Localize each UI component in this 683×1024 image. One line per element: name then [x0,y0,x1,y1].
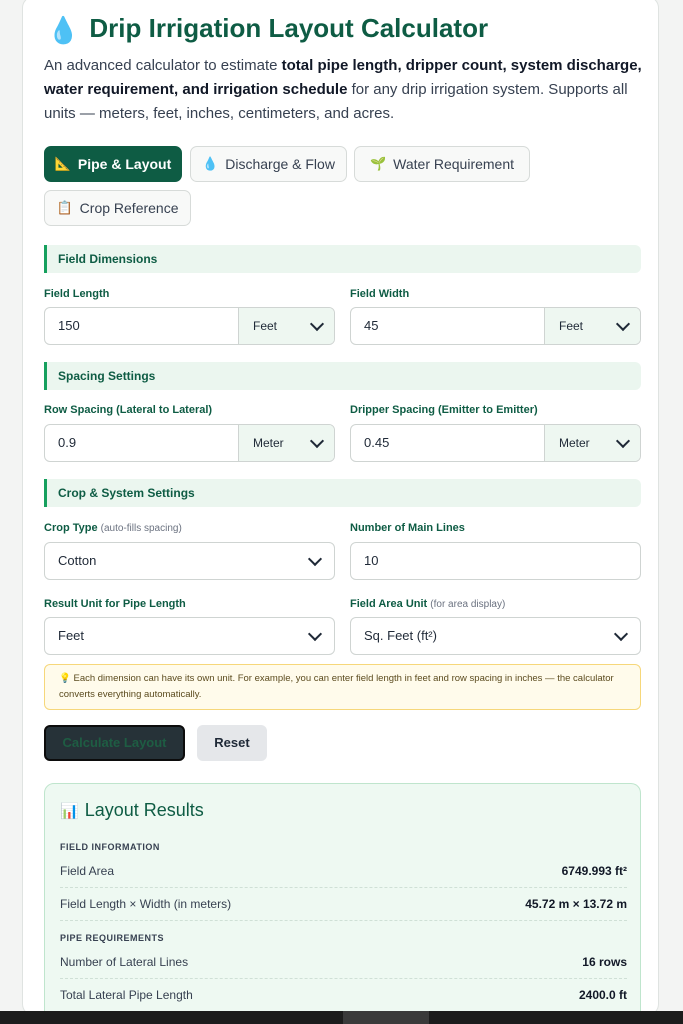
tab-discharge-flow[interactable]: 💧 Discharge & Flow [190,146,347,182]
tip-text: Each dimension can have its own unit. Fo… [59,673,614,700]
calculate-button[interactable]: Calculate Layout [44,725,185,761]
crop-type-label: Crop Type (auto-fills spacing) [44,522,182,534]
field-length-value: 150 [58,318,80,333]
chevron-down-icon [615,316,631,332]
dripper-spacing-unit-select[interactable]: Meter [544,425,640,461]
result-unit-select[interactable]: Feet [44,617,335,655]
field-width-label: Field Width [350,288,410,300]
field-width-unit-select[interactable]: Feet [544,308,640,344]
area-unit-label-text: Field Area Unit [350,598,428,610]
tab-water-requirement[interactable]: 🌱 Water Requirement [354,146,530,182]
unit-label: Meter [559,436,590,450]
result-key: Field Length × Width (in meters) [60,897,232,911]
unit-label: Feet [559,319,584,333]
area-unit-label: Field Area Unit (for area display) [350,598,505,610]
clipboard-icon: 📋 [56,200,73,215]
area-unit-select[interactable]: Sq. Feet (ft²) [350,617,641,655]
ruler-icon: 📐 [54,156,71,171]
chevron-down-icon [613,626,629,642]
result-value: 6749.993 ft² [561,864,627,878]
seedling-icon: 🌱 [369,156,387,171]
result-value: 45.72 m × 13.72 m [525,897,627,911]
row-spacing-unit-select[interactable]: Meter [238,425,334,461]
crop-type-select[interactable]: Cotton [44,542,335,580]
results-title-text: Layout Results [84,800,204,820]
area-unit-hint: (for area display) [430,599,506,610]
info-tip: 💡 Each dimension can have its own unit. … [44,664,641,710]
tab-label: Discharge & Flow [225,156,335,172]
section-spacing-settings: Spacing Settings [44,362,641,390]
page-title: 💧 Drip Irrigation Layout Calculator [47,13,488,46]
result-unit-label: Result Unit for Pipe Length [44,598,186,610]
field-length-label: Field Length [44,288,110,300]
field-width-input[interactable]: 45 Feet [350,307,641,345]
results-title: 📊 Layout Results [60,800,204,821]
area-unit-value: Sq. Feet (ft²) [364,628,437,643]
section-field-dimensions: Field Dimensions [44,245,641,273]
result-key: Field Area [60,864,115,878]
results-panel: 📊 Layout Results FIELD INFORMATION Field … [44,783,641,1015]
dripper-spacing-value: 0.45 [364,435,390,450]
result-unit-value: Feet [58,628,85,643]
chevron-down-icon [615,433,631,449]
chevron-down-icon [307,551,323,567]
field-length-unit-select[interactable]: Feet [238,308,334,344]
taskbar-app-button[interactable] [343,1011,429,1024]
crop-type-value: Cotton [58,553,97,568]
intro-text-start: An advanced calculator to estimate [44,57,282,74]
chevron-down-icon [309,433,325,449]
result-row: Field Length × Width (in meters) 45.72 m… [60,889,627,921]
unit-label: Feet [253,319,278,333]
tab-pipe-layout[interactable]: 📐 Pipe & Layout [44,146,182,182]
main-lines-label: Number of Main Lines [350,522,465,534]
dripper-spacing-input[interactable]: 0.45 Meter [350,424,641,462]
taskbar [0,1011,683,1024]
main-lines-value: 10 [364,553,379,568]
section-crop-system: Crop & System Settings [44,479,641,507]
dripper-spacing-label: Dripper Spacing (Emitter to Emitter) [350,404,538,416]
field-width-value: 45 [364,318,379,333]
chevron-down-icon [307,626,323,642]
result-value: 2400.0 ft [578,988,627,1002]
result-row: Total Lateral Pipe Length 2400.0 ft [60,980,627,1012]
result-key: Total Lateral Pipe Length [60,988,193,1002]
tab-crop-reference[interactable]: 📋 Crop Reference [44,190,191,226]
row-spacing-label: Row Spacing (Lateral to Lateral) [44,404,213,416]
calculator-card: 💧 Drip Irrigation Layout Calculator An ad… [22,0,659,1016]
lightbulb-icon: 💡 [59,673,71,684]
page-title-text: Drip Irrigation Layout Calculator [89,13,489,43]
field-info-heading: FIELD INFORMATION [60,842,160,852]
chevron-down-icon [309,316,325,332]
unit-label: Meter [253,436,284,450]
tab-label: Pipe & Layout [77,156,172,172]
row-spacing-value: 0.9 [58,435,77,450]
crop-type-hint: (auto-fills spacing) [100,523,182,534]
tab-label: Crop Reference [79,200,179,216]
result-value: 16 rows [582,955,627,969]
result-key: Number of Lateral Lines [60,955,189,969]
field-length-input[interactable]: 150 Feet [44,307,335,345]
page-intro: An advanced calculator to estimate total… [44,54,644,126]
reset-button[interactable]: Reset [197,725,267,761]
bar-chart-icon: 📊 [60,803,79,820]
pipe-requirements-heading: PIPE REQUIREMENTS [60,933,165,943]
result-row: Field Area 6749.993 ft² [60,856,627,888]
row-spacing-input[interactable]: 0.9 Meter [44,424,335,462]
water-drop-icon: 💧 [47,15,80,45]
result-row: Number of Lateral Lines 16 rows [60,947,627,979]
crop-type-label-text: Crop Type [44,522,98,534]
water-drop-icon: 💧 [202,156,219,171]
main-lines-input[interactable]: 10 [350,542,641,580]
tab-label: Water Requirement [393,156,515,172]
